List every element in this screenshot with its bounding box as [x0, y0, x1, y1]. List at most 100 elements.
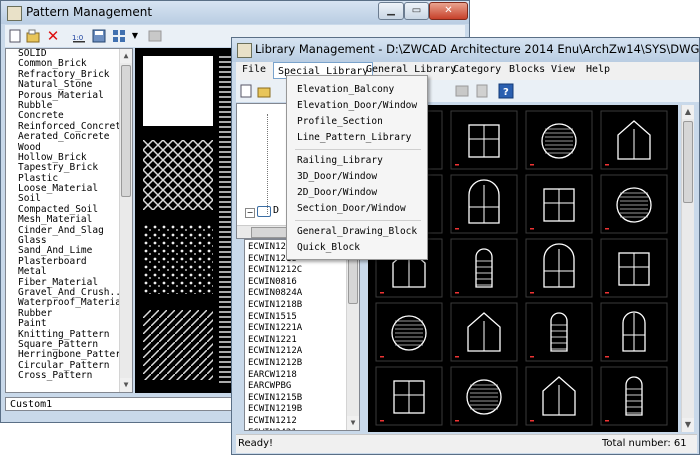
window-thumbnail[interactable] [600, 238, 668, 298]
component-list-item[interactable]: EARCWPBG [245, 381, 359, 393]
status-ready: Ready! [238, 438, 274, 449]
component-list-item[interactable]: ECWIN1212 [245, 416, 359, 428]
window-thumbnail[interactable] [450, 302, 518, 362]
menu-item-elevation-balcony[interactable]: Elevation_Balcony [297, 84, 394, 95]
tree-node-label[interactable]: D [273, 205, 279, 216]
component-list[interactable]: ECWIN1216 ECWIN1218 ECWIN1212C ECWIN0816 ECW… [244, 239, 360, 431]
pattern-list[interactable]: SOLID Common_Brick Refractory_Brick Natural… [5, 48, 133, 393]
pattern-preview-mesh[interactable] [143, 140, 213, 210]
window-thumbnail[interactable] [450, 174, 518, 234]
component-list-item[interactable]: ECWIN0816 [245, 277, 359, 289]
special-library-dropdown: Elevation_Balcony Elevation_Door/Window … [286, 75, 428, 260]
component-list-item[interactable]: ECWIN0824A [245, 288, 359, 300]
menu-item-3d-door-window[interactable]: 3D_Door/Window [297, 171, 377, 182]
pattern-status: Custom1 [5, 397, 237, 411]
menu-item-profile-section[interactable]: Profile_Section [297, 116, 383, 127]
save-icon[interactable] [91, 28, 107, 44]
pattern-window-titlebar[interactable]: Pattern Management ▁ ▭ ✕ [1, 1, 469, 24]
window-thumbnail[interactable] [600, 366, 668, 426]
library-statusbar: Ready! Total number: 61 [236, 434, 697, 453]
menu-item-section-door-window[interactable]: Section_Door/Window [297, 203, 406, 214]
pattern-app-icon [7, 6, 22, 21]
pattern-window-title: Pattern Management [26, 5, 153, 19]
dropdown-arrow-icon[interactable]: ▼ [127, 28, 143, 44]
component-list-item[interactable]: ECWIN1215B [245, 393, 359, 405]
menu-help[interactable]: Help [586, 64, 610, 75]
component-list-item[interactable]: ECWIN1219B [245, 404, 359, 416]
folder-icon [257, 206, 271, 217]
pattern-list-item[interactable]: Cross_Pattern [6, 370, 132, 381]
view-icon[interactable] [111, 28, 127, 44]
menu-item-2d-door-window[interactable]: 2D_Door/Window [297, 187, 377, 198]
menu-item-line-pattern-library[interactable]: Line_Pattern_Library [297, 132, 411, 143]
menu-item-elevation-door-window[interactable]: Elevation_Door/Window [297, 100, 417, 111]
open-icon[interactable] [25, 28, 41, 44]
menu-item-general-drawing-block[interactable]: General_Drawing_Block [297, 226, 417, 237]
menu-category[interactable]: Category [453, 64, 501, 75]
svg-text:1:0: 1:0 [72, 34, 83, 42]
pattern-preview-diagonal[interactable] [143, 310, 213, 380]
menu-separator [295, 149, 421, 150]
svg-text:?: ? [503, 87, 509, 98]
window-thumbnail[interactable] [600, 110, 668, 170]
pattern-preview-dots[interactable] [143, 224, 213, 294]
window-thumbnail[interactable] [450, 238, 518, 298]
close-button[interactable]: ✕ [429, 2, 468, 20]
menu-item-railing-library[interactable]: Railing_Library [297, 155, 383, 166]
grey-tool-icon-2 [474, 83, 490, 99]
component-list-item[interactable]: ECWIN1221A [245, 323, 359, 335]
component-list-scroll-thumb[interactable] [348, 256, 358, 304]
component-list-item[interactable]: EARCW1218 [245, 370, 359, 382]
window-thumbnail[interactable] [600, 174, 668, 234]
component-list-scrollbar[interactable]: ▲ ▼ [346, 240, 359, 430]
maximize-button[interactable]: ▭ [404, 2, 429, 20]
load-icon[interactable]: 1:0 [71, 28, 87, 44]
window-thumbnail[interactable] [375, 366, 443, 426]
library-app-icon [237, 43, 252, 58]
pattern-preview-solid[interactable] [143, 56, 213, 126]
component-list-item[interactable]: ECWIN1212C [245, 265, 359, 277]
menu-file[interactable]: File [242, 64, 266, 75]
library-window-title: Library Management - D:\ZWCAD Architectu… [255, 42, 700, 56]
minimize-button[interactable]: ▁ [378, 2, 404, 20]
new-icon[interactable] [7, 28, 23, 44]
component-list-item[interactable]: ECWIN1218B [245, 300, 359, 312]
status-total: Total number: 61 [602, 438, 687, 449]
pattern-preview-strip [219, 56, 231, 386]
tree-line [267, 114, 269, 214]
open-icon[interactable] [256, 83, 272, 99]
new-icon[interactable] [238, 83, 254, 99]
window-thumbnail[interactable] [375, 302, 443, 362]
window-thumbnail[interactable] [525, 302, 593, 362]
pattern-list-item[interactable]: Paint [6, 318, 132, 329]
delete-icon[interactable]: ✕ [45, 28, 61, 44]
window-thumbnail[interactable] [450, 110, 518, 170]
menu-item-quick-block[interactable]: Quick_Block [297, 242, 360, 253]
tree-expander[interactable]: − [245, 208, 255, 218]
component-list-item[interactable]: ECWIN1221 [245, 335, 359, 347]
window-thumbnail[interactable] [525, 174, 593, 234]
menu-blocks[interactable]: Blocks [509, 64, 545, 75]
component-list-item[interactable]: ECWIN2421 [245, 428, 359, 431]
pattern-list-scroll-thumb[interactable] [121, 65, 131, 197]
window-thumbnail[interactable] [600, 302, 668, 362]
grey-tool-icon [454, 83, 470, 99]
library-window-titlebar[interactable]: Library Management - D:\ZWCAD Architectu… [232, 38, 700, 62]
pattern-list-item[interactable]: Natural_Stone [6, 79, 132, 90]
window-thumbnail[interactable] [525, 110, 593, 170]
pattern-list-scrollbar[interactable]: ▲ ▼ [119, 49, 132, 392]
component-list-item[interactable]: ECWIN1515 [245, 312, 359, 324]
preview-grid-scroll-thumb[interactable] [683, 121, 693, 203]
pattern-preview-panel[interactable] [135, 48, 235, 393]
preview-grid-scrollbar[interactable]: ▲ ▼ [681, 105, 694, 432]
component-list-item[interactable]: ECWIN1212B [245, 358, 359, 370]
window-thumbnail[interactable] [450, 366, 518, 426]
pattern-list-item[interactable]: Aerated_Concrete [6, 131, 132, 142]
component-list-item[interactable]: ECWIN1212A [245, 346, 359, 358]
menu-general-library[interactable]: General Library [366, 64, 456, 75]
help-icon[interactable]: ? [498, 83, 514, 99]
window-thumbnail[interactable] [525, 238, 593, 298]
menu-separator [295, 220, 421, 221]
menu-view[interactable]: View [551, 64, 575, 75]
window-thumbnail[interactable] [525, 366, 593, 426]
